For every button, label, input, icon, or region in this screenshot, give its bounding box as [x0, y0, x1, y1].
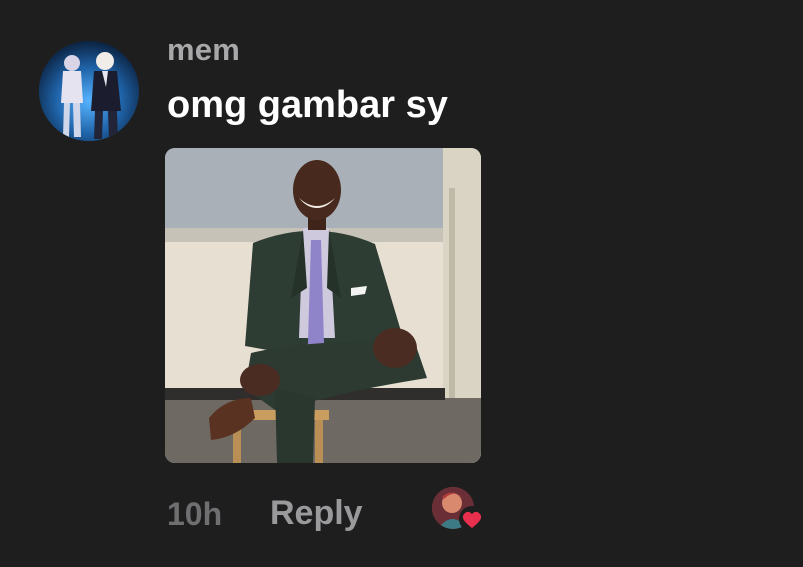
comment-photo[interactable] — [165, 148, 481, 463]
photo-illustration — [165, 148, 481, 463]
comment-item: mem omg gambar sy 10h Reply — [0, 0, 803, 567]
reaction-summary[interactable] — [432, 487, 490, 535]
username[interactable]: mem — [167, 32, 240, 68]
heart-icon — [459, 506, 485, 532]
comment-text: omg gambar sy — [167, 84, 448, 126]
comment-timestamp: 10h — [167, 496, 223, 532]
user-avatar[interactable] — [39, 41, 139, 141]
avatar-illustration — [39, 41, 139, 141]
reply-button[interactable]: Reply — [270, 494, 363, 533]
